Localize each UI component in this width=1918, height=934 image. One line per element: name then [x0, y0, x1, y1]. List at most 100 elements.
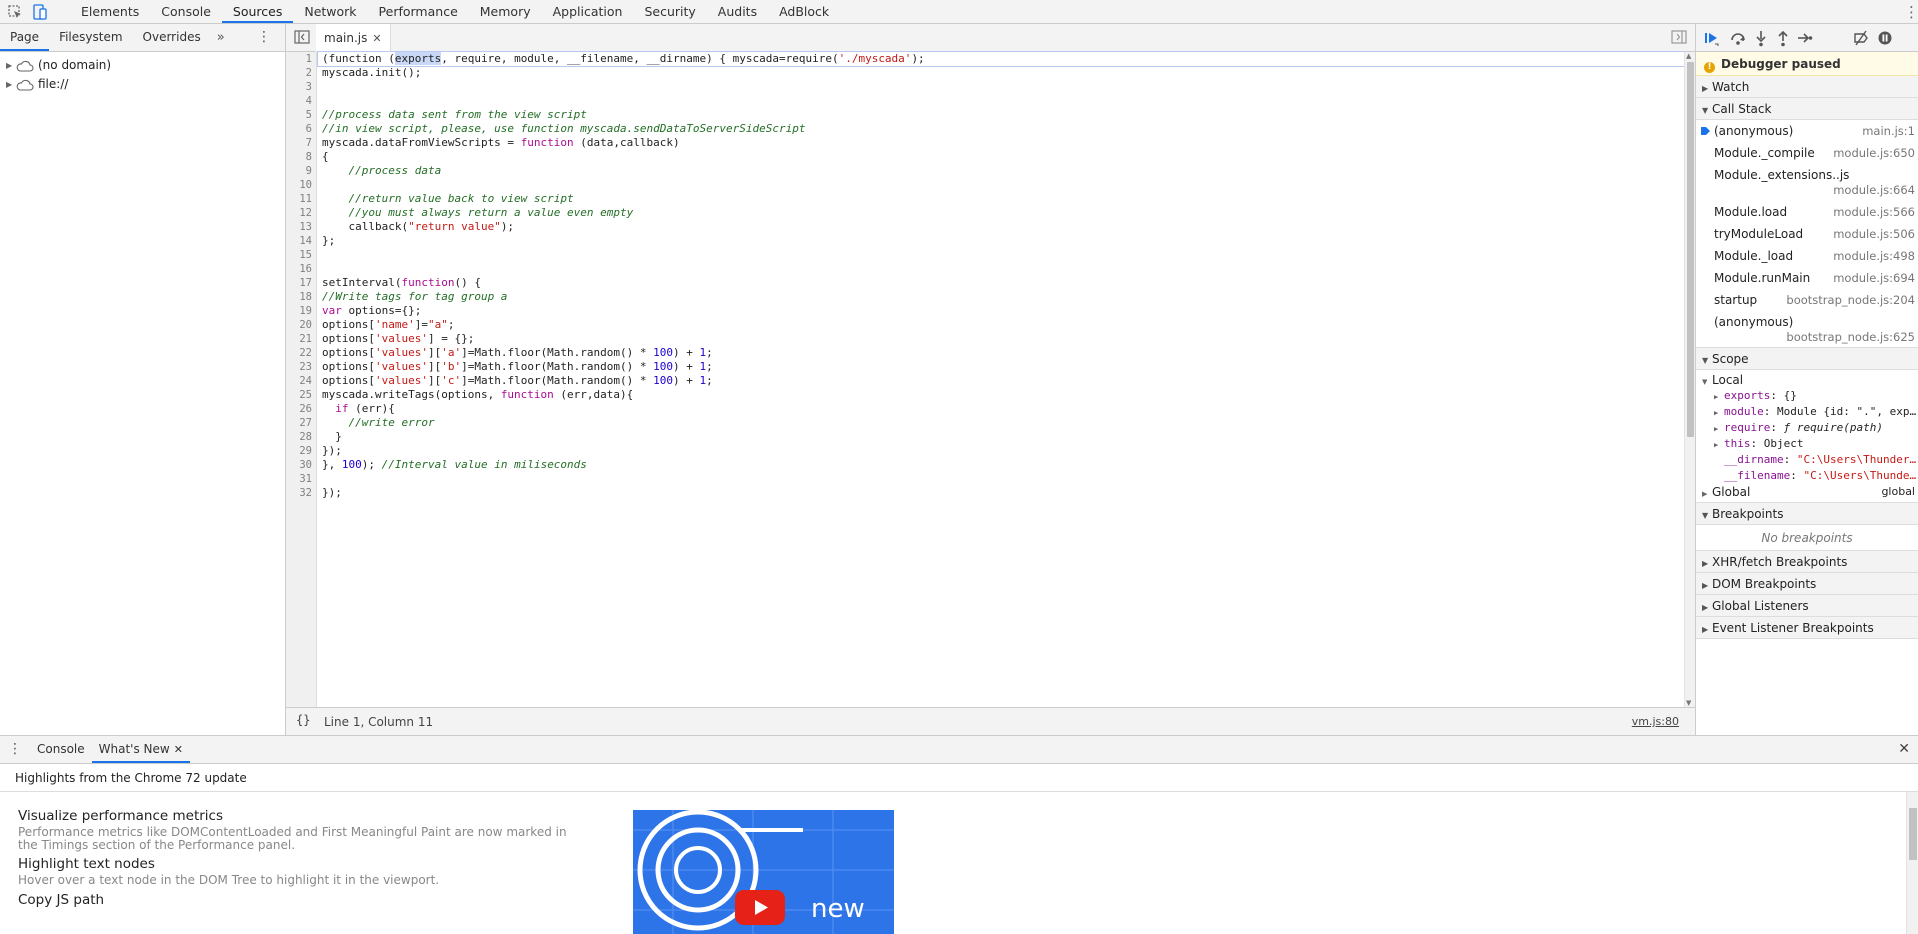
scroll-up-icon[interactable]: ▲	[1686, 52, 1691, 60]
tree-item-no-domain[interactable]: ▶ (no domain)	[0, 56, 285, 75]
line-number[interactable]: 29	[286, 444, 316, 458]
code-line-11[interactable]: //return value back to view script	[322, 192, 1684, 206]
tab-security[interactable]: Security	[633, 0, 706, 23]
tab-adblock[interactable]: AdBlock	[768, 0, 840, 23]
tab-sources[interactable]: Sources	[221, 0, 294, 23]
code-line-17[interactable]: setInterval(function() {	[322, 276, 1684, 290]
code-line-2[interactable]: myscada.init();	[322, 66, 1684, 80]
code-line-27[interactable]: //write error	[322, 416, 1684, 430]
tab-whats-new[interactable]: What's New ✕	[91, 736, 190, 763]
editor-scrollbar[interactable]: ▲ ▼	[1684, 52, 1695, 707]
call-frame[interactable]: tryModuleLoad module.js:506	[1696, 223, 1918, 245]
tab-page[interactable]: Page	[0, 24, 50, 51]
more-tabs-icon[interactable]: »	[211, 24, 231, 51]
line-number[interactable]: 7	[286, 136, 316, 150]
line-number[interactable]: 28	[286, 430, 316, 444]
code-line-23[interactable]: options['values']['b']=Math.floor(Math.r…	[322, 360, 1684, 374]
tab-elements[interactable]: Elements	[70, 0, 150, 23]
code-line-1[interactable]: (function (exports, require, module, __f…	[317, 51, 1685, 67]
code-line-14[interactable]: };	[322, 234, 1684, 248]
play-button[interactable]	[735, 890, 785, 925]
code-line-15[interactable]	[322, 248, 1684, 262]
line-number[interactable]: 13	[286, 220, 316, 234]
line-number[interactable]: 26	[286, 402, 316, 416]
tab-console[interactable]: Console	[150, 0, 222, 23]
close-tab-icon[interactable]: ✕	[372, 32, 381, 45]
line-number[interactable]: 19	[286, 304, 316, 318]
line-number[interactable]: 25	[286, 388, 316, 402]
line-number[interactable]: 21	[286, 332, 316, 346]
code-line-26[interactable]: if (err){	[322, 402, 1684, 416]
tab-performance[interactable]: Performance	[368, 0, 469, 23]
line-number[interactable]: 20	[286, 318, 316, 332]
watch-section-header[interactable]: ▶ Watch	[1696, 76, 1918, 98]
line-number[interactable]: 4	[286, 94, 316, 108]
toggle-debugger-icon[interactable]	[1671, 30, 1687, 44]
call-frame[interactable]: Module._load module.js:498	[1696, 245, 1918, 267]
code-line-16[interactable]	[322, 262, 1684, 276]
pause-on-exceptions-icon[interactable]	[1877, 29, 1893, 47]
scope-var-filename[interactable]: __filename: "C:\Users\Thunde…	[1702, 468, 1918, 484]
code-line-7[interactable]: myscada.dataFromViewScripts = function (…	[322, 136, 1684, 150]
call-frame[interactable]: (anonymous) bootstrap_node.js:625	[1696, 311, 1918, 348]
line-number[interactable]: 8	[286, 150, 316, 164]
file-tab-main-js[interactable]: main.js ✕	[316, 24, 391, 52]
dom-breakpoints-header[interactable]: ▶ DOM Breakpoints	[1696, 573, 1918, 595]
event-listener-breakpoints-header[interactable]: ▶ Event Listener Breakpoints	[1696, 617, 1918, 639]
line-number[interactable]: 23	[286, 360, 316, 374]
code-line-25[interactable]: myscada.writeTags(options, function (err…	[322, 388, 1684, 402]
call-frame[interactable]: Module.load module.js:566	[1696, 201, 1918, 223]
call-frame[interactable]: startup bootstrap_node.js:204	[1696, 289, 1918, 311]
code-lines[interactable]: (function (exports, require, module, __f…	[317, 51, 1685, 500]
deactivate-breakpoints-icon[interactable]	[1853, 29, 1869, 47]
step-into-icon[interactable]	[1753, 29, 1769, 47]
code-line-12[interactable]: //you must always return a value even em…	[322, 206, 1684, 220]
call-frame[interactable]: Module._extensions..js module.js:664	[1696, 164, 1918, 201]
step-icon[interactable]	[1797, 29, 1813, 47]
scroll-down-icon[interactable]: ▼	[1686, 699, 1691, 707]
line-number[interactable]: 31	[286, 472, 316, 486]
line-number[interactable]: 24	[286, 374, 316, 388]
call-frame[interactable]: (anonymous) main.js:1	[1696, 120, 1918, 142]
code-line-30[interactable]: }, 100); //Interval value in miliseconds	[322, 458, 1684, 472]
code-line-10[interactable]	[322, 178, 1684, 192]
line-number[interactable]: 2	[286, 66, 316, 80]
code-line-4[interactable]	[322, 94, 1684, 108]
scope-global[interactable]: ▶ Global global	[1702, 484, 1918, 500]
code-line-18[interactable]: //Write tags for tag group a	[322, 290, 1684, 304]
tree-item-file[interactable]: ▶ file://	[0, 75, 285, 94]
line-number[interactable]: 17	[286, 276, 316, 290]
line-number[interactable]: 32	[286, 486, 316, 500]
line-number[interactable]: 12	[286, 206, 316, 220]
close-tab-icon[interactable]: ✕	[174, 743, 183, 756]
close-drawer-icon[interactable]: ✕	[1898, 736, 1910, 763]
kebab-menu-icon[interactable]: ⋮	[1904, 3, 1918, 21]
line-number[interactable]: 16	[286, 262, 316, 276]
xhr-breakpoints-header[interactable]: ▶ XHR/fetch Breakpoints	[1696, 551, 1918, 573]
tab-drawer-console[interactable]: Console	[30, 736, 92, 763]
code-line-21[interactable]: options['values'] = {};	[322, 332, 1684, 346]
source-link[interactable]: vm.js:80	[1632, 715, 1679, 728]
code-line-9[interactable]: //process data	[322, 164, 1684, 178]
drawer-scrollbar[interactable]	[1906, 792, 1918, 934]
scope-var-require[interactable]: ▶ require: ƒ require(path)	[1702, 420, 1918, 436]
code-line-6[interactable]: //in view script, please, use function m…	[322, 122, 1684, 136]
code-line-22[interactable]: options['values']['a']=Math.floor(Math.r…	[322, 346, 1684, 360]
scope-var-module[interactable]: ▶ module: Module {id: ".", exp…	[1702, 404, 1918, 420]
line-number[interactable]: 9	[286, 164, 316, 178]
call-frame[interactable]: Module._compile module.js:650	[1696, 142, 1918, 164]
line-number[interactable]: 22	[286, 346, 316, 360]
code-editor[interactable]: 1 2 3 4 5 6 7 8 9 10 11 12 13 14 15 16 17 18 19 20 21 22 23 24 2…	[286, 51, 1685, 707]
scope-var-dirname[interactable]: __dirname: "C:\Users\Thunder…	[1702, 452, 1918, 468]
tab-filesystem[interactable]: Filesystem	[49, 24, 132, 51]
code-line-5[interactable]: //process data sent from the view script	[322, 108, 1684, 122]
navigator-menu-icon[interactable]: ⋮	[257, 24, 271, 51]
tab-overrides[interactable]: Overrides	[133, 24, 211, 51]
scope-section-header[interactable]: ▼ Scope	[1696, 348, 1918, 370]
line-number[interactable]: 30	[286, 458, 316, 472]
code-line-8[interactable]: {	[322, 150, 1684, 164]
drawer-menu-icon[interactable]: ⋮	[0, 736, 30, 763]
toggle-navigator-icon[interactable]	[294, 30, 310, 44]
line-number[interactable]: 18	[286, 290, 316, 304]
line-number[interactable]: 6	[286, 122, 316, 136]
